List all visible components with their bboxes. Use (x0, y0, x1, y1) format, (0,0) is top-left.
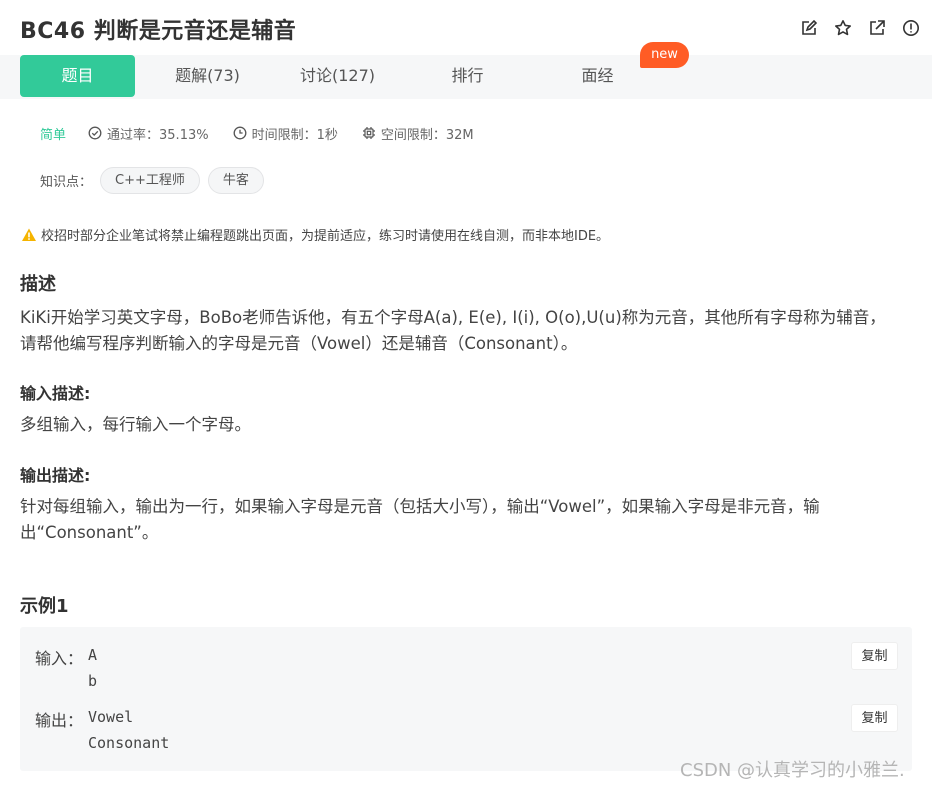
tab-ranking[interactable]: 排行 (410, 55, 525, 97)
pass-rate: 通过率：35.13% (88, 124, 209, 143)
output-desc-heading: 输出描述: (20, 466, 91, 485)
example-input-label: 输入： (35, 649, 84, 668)
time-limit: 时间限制：1秒 (233, 124, 338, 143)
space-limit: 空间限制：32M (362, 124, 474, 143)
knowledge-label: 知识点： (40, 174, 93, 190)
knowledge-tag[interactable]: C++工程师 (100, 166, 200, 194)
chip-icon (362, 127, 375, 139)
page-title: BC46 判断是元音还是辅音 (20, 19, 297, 44)
header-actions (792, 17, 928, 39)
pass-rate-text: 通过率：35.13% (107, 127, 209, 143)
description-heading: 描述 (20, 274, 56, 295)
tab-interview[interactable]: 面经 (540, 55, 655, 97)
time-limit-text: 时间限制：1秒 (251, 127, 338, 143)
difficulty-badge: 简单 (40, 127, 67, 143)
watermark: CSDN @认真学习的小雅兰. (680, 760, 905, 781)
tab-problem[interactable]: 题目 (20, 55, 135, 97)
problem-tabs: 题目 题解(73) 讨论(127) 排行 面经 (0, 55, 932, 99)
problem-header: BC46 判断是元音还是辅音 (0, 0, 932, 55)
copy-input-button[interactable]: 复制 (851, 642, 898, 670)
warning-text: 校招时部分企业笔试将禁止编程题跳出页面，为提前适应，练习时请使用在线自测，而非本… (41, 229, 610, 244)
exam-warning: 校招时部分企业笔试将禁止编程题跳出页面，为提前适应，练习时请使用在线自测，而非本… (21, 225, 609, 244)
example-box: 输入： A b 复制 输出： Vowel Consonant 复制 (20, 627, 912, 771)
knowledge-points: 知识点： C++工程师 牛客 (40, 166, 264, 194)
input-desc-heading: 输入描述: (20, 384, 91, 403)
example-input-value: A b (88, 646, 98, 690)
space-limit-text: 空间限制：32M (380, 127, 474, 143)
share-icon[interactable] (860, 17, 894, 39)
edit-icon[interactable] (792, 17, 826, 39)
example-heading: 示例1 (20, 596, 69, 617)
knowledge-tag[interactable]: 牛客 (207, 166, 264, 194)
check-circle-icon (88, 126, 102, 140)
warning-icon (22, 228, 36, 241)
clock-icon (233, 126, 247, 140)
new-badge: new (640, 42, 689, 68)
example-output-value: Vowel Consonant (88, 708, 170, 752)
problem-meta: 简单 通过率：35.13% 时间限制：1秒 空间限制：32M (40, 123, 498, 143)
copy-output-button[interactable]: 复制 (851, 704, 898, 732)
output-desc-text: 针对每组输入，输出为一行，如果输入字母是元音（包括大小写），输出“Vowel”，… (20, 497, 820, 542)
description-text: KiKi开始学习英文字母，BoBo老师告诉他，有五个字母A(a), E(e), … (20, 308, 886, 353)
example-output-label: 输出： (35, 711, 84, 730)
input-desc-text: 多组输入，每行输入一个字母。 (20, 415, 251, 434)
tab-solutions[interactable]: 题解(73) (150, 55, 265, 97)
star-icon[interactable] (826, 17, 860, 39)
report-icon[interactable] (894, 17, 928, 39)
tab-discussion[interactable]: 讨论(127) (280, 55, 395, 97)
